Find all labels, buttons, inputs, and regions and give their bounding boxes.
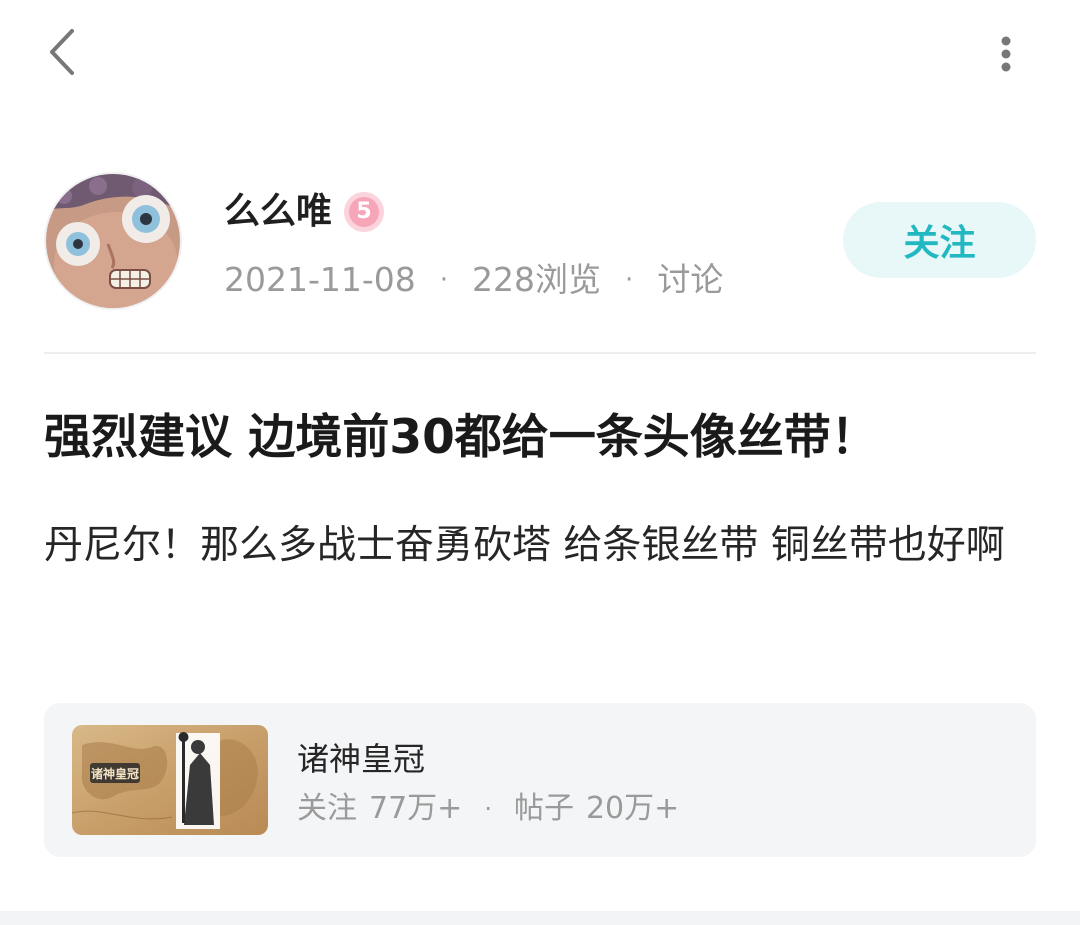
post-category: 讨论 [657, 260, 724, 299]
forum-name: 诸神皇冠 [297, 740, 426, 778]
forum-card[interactable]: 诸神皇冠 诸神皇冠 关注 77万+ · 帖子 20万+ [44, 703, 1036, 857]
avatar-face-image [46, 174, 180, 308]
meta-separator: · [439, 265, 449, 295]
chevron-left-icon [50, 29, 74, 75]
author-avatar[interactable] [44, 172, 182, 310]
forum-logo-image: 诸神皇冠 [72, 725, 268, 835]
author-name: 么么唯 [224, 191, 333, 232]
posts-count: 20万+ [585, 791, 680, 826]
post-detail-page: 么么唯 5 2021-11-08 · 228浏览 · 讨论 关注 强烈建议 边境… [0, 0, 1080, 925]
post-date: 2021-11-08 [224, 260, 416, 299]
more-vertical-icon [1001, 36, 1011, 72]
back-button[interactable] [36, 26, 88, 78]
stats-separator: · [484, 795, 492, 823]
post-title: 强烈建议 边境前30都给一条头像丝带！ [44, 410, 878, 465]
level-number: 5 [349, 197, 380, 227]
follow-button[interactable]: 关注 [843, 202, 1036, 278]
followers-label: 关注 [297, 791, 357, 826]
forum-logo-text: 诸神皇冠 [91, 766, 139, 781]
section-separator [0, 911, 1080, 925]
view-count: 228浏览 [472, 260, 602, 299]
more-options-button[interactable] [982, 30, 1030, 78]
post-meta: 2021-11-08 · 228浏览 · 讨论 [224, 258, 723, 302]
meta-separator: · [625, 265, 634, 295]
posts-label: 帖子 [513, 791, 574, 826]
followers-count: 77万+ [369, 791, 463, 826]
author-name-row[interactable]: 么么唯 5 [224, 190, 385, 234]
forum-stats: 关注 77万+ · 帖子 20万+ [297, 789, 679, 829]
post-body: 丹尼尔！那么多战士奋勇砍塔 给条银丝带 铜丝带也好啊 [44, 523, 1005, 568]
forum-thumbnail: 诸神皇冠 [72, 725, 268, 835]
level-badge: 5 [344, 192, 385, 232]
divider [44, 352, 1036, 354]
